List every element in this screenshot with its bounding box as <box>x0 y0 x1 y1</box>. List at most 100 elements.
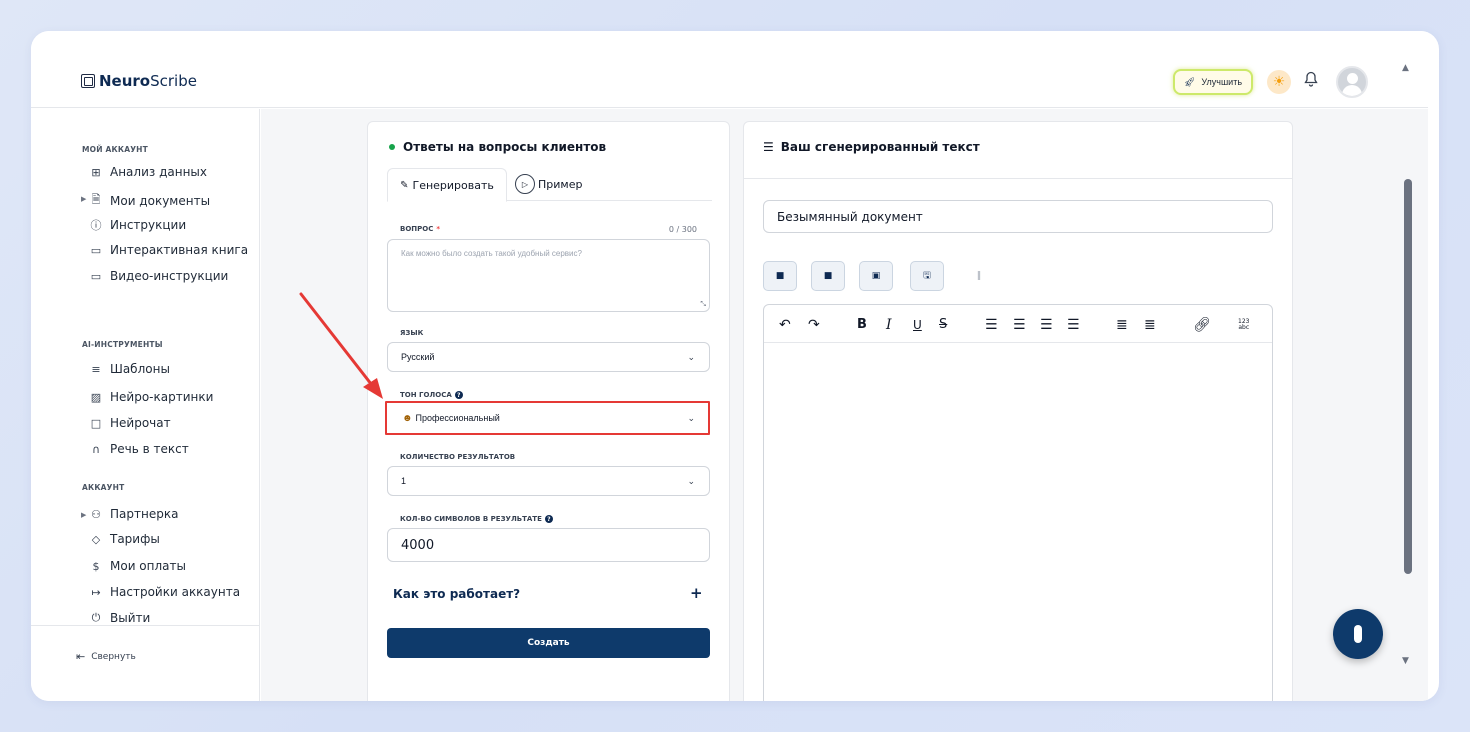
align-left-icon[interactable]: ☰ <box>985 317 998 333</box>
language-value: Русский <box>401 352 435 362</box>
sidebar-item-logout[interactable]: ⏻ Выйти <box>89 611 151 625</box>
chars-value: 4000 <box>401 537 435 553</box>
sidebar-item-label: Партнерка <box>110 507 179 521</box>
create-button[interactable]: Создать <box>387 628 710 658</box>
section-account: АККАУНТ <box>82 483 125 492</box>
generator-form-card: Ответы на вопросы клиентов ✎ Генерироват… <box>367 121 730 701</box>
bullet-list-icon[interactable]: ≣ <box>1144 317 1156 333</box>
italic-icon[interactable]: I <box>886 317 892 333</box>
bold-icon[interactable]: B <box>857 317 867 332</box>
scroll-down-icon[interactable]: ▼ <box>1402 656 1409 666</box>
caret-right-icon[interactable]: ▶ <box>81 511 86 519</box>
help-icon[interactable]: ? <box>454 391 463 399</box>
upgrade-label: Улучшить <box>1201 77 1243 87</box>
question-textarea[interactable]: Как можно было создать такой удобный сер… <box>387 239 710 312</box>
scrollbar-thumb[interactable] <box>1404 179 1412 574</box>
grid-icon: ⊞ <box>91 165 101 179</box>
top-header: Neuro Scribe 🚀︎ Улучшить ☀ <box>31 31 1428 108</box>
help-circle-icon: ⓘ <box>90 219 102 232</box>
question-placeholder: Как можно было создать такой удобный сер… <box>401 249 582 258</box>
collapse-button[interactable]: ⇤ Свернуть <box>76 650 136 663</box>
sidebar-item-my-documents[interactable]: 🗎 Мои документы <box>89 191 210 210</box>
upgrade-button[interactable]: 🚀︎ Улучшить <box>1173 69 1253 95</box>
bell-icon[interactable] <box>1304 71 1318 91</box>
results-value: 1 <box>401 476 407 486</box>
abc-bottom: abc <box>1238 324 1250 331</box>
copy-icon[interactable]: ▣ <box>859 261 893 291</box>
status-dot <box>389 144 395 150</box>
character-count-icon[interactable]: 123 abc <box>1238 319 1249 331</box>
results-select[interactable]: 1 ⌄ <box>387 466 710 496</box>
export-word-icon[interactable]: ■ <box>763 261 797 291</box>
app-window: Neuro Scribe 🚀︎ Улучшить ☀ МОЙ АККАУНТ ⊞ … <box>31 31 1439 701</box>
chars-input[interactable]: 4000 <box>387 528 710 562</box>
sidebar-item-account-settings[interactable]: ↦ Настройки аккаунта <box>89 585 240 599</box>
tag-icon: ◇ <box>91 532 101 546</box>
help-icon[interactable]: ? <box>544 515 553 523</box>
document-name-input[interactable]: Безымянный документ <box>763 200 1273 233</box>
sidebar: МОЙ АККАУНТ ⊞ Анализ данных ▶ 🗎 Мои доку… <box>31 109 260 701</box>
headphones-icon: ∩ <box>91 442 101 456</box>
sidebar-item-label: Речь в текст <box>110 442 189 456</box>
sidebar-item-interactive-book[interactable]: ▭ Интерактивная книга <box>89 243 248 257</box>
tab-example[interactable]: ▷ Пример <box>515 170 582 198</box>
sidebar-item-label: Шаблоны <box>110 362 170 376</box>
sidebar-item-data-analysis[interactable]: ⊞ Анализ данных <box>89 165 207 179</box>
scroll-up-icon[interactable]: ▲ <box>1402 63 1409 73</box>
book-icon: ▭ <box>90 243 102 257</box>
sidebar-item-label: Нейро-картинки <box>110 390 214 404</box>
sidebar-item-label: Тарифы <box>110 532 160 546</box>
undo-icon[interactable]: ↶ <box>779 317 791 333</box>
form-tabs: ✎ Генерировать ▷ Пример <box>387 167 712 202</box>
logo-bold: Neuro <box>99 72 151 90</box>
align-left-icon: ☰ <box>763 140 774 154</box>
export-file-icon[interactable]: ■ <box>811 261 845 291</box>
sidebar-item-neurochat[interactable]: □ Нейрочат <box>89 416 171 430</box>
plus-icon[interactable]: + <box>690 584 703 602</box>
sidebar-item-video-instructions[interactable]: ▭ Видео-инструкции <box>89 269 229 283</box>
support-chat-button[interactable] <box>1333 609 1383 659</box>
align-right-icon[interactable]: ☰ <box>1040 317 1053 333</box>
tone-label: ТОН ГОЛОСА ? <box>400 391 463 399</box>
pause-icon[interactable]: ‖ <box>962 261 996 291</box>
tone-label-text: ТОН ГОЛОСА <box>400 391 452 399</box>
tab-generate[interactable]: ✎ Генерировать <box>387 168 507 202</box>
chars-label: КОЛ-ВО СИМВОЛОВ В РЕЗУЛЬТАТЕ ? <box>400 515 553 523</box>
align-justify-icon[interactable]: ☰ <box>1067 317 1080 333</box>
resize-handle-icon[interactable]: ⤡ <box>700 301 706 309</box>
sidebar-item-speech-to-text[interactable]: ∩ Речь в текст <box>89 442 189 456</box>
document-name-value: Безымянный документ <box>777 209 923 224</box>
sidebar-item-tariffs[interactable]: ◇ Тарифы <box>89 532 160 546</box>
sidebar-item-my-payments[interactable]: $ Мои оплаты <box>89 559 186 573</box>
sidebar-item-neuro-images[interactable]: ▨ Нейро-картинки <box>89 390 214 404</box>
language-select[interactable]: Русский ⌄ <box>387 342 710 372</box>
output-title-text: Ваш сгенерированный текст <box>780 140 980 154</box>
redo-icon[interactable]: ↷ <box>808 317 820 333</box>
sidebar-item-label: Видео-инструкции <box>110 269 229 283</box>
sidebar-item-instructions[interactable]: ⓘ Инструкции <box>89 217 187 233</box>
link-icon[interactable]: 🔗︎ <box>1193 317 1211 333</box>
required-marker: * <box>436 225 441 233</box>
ordered-list-icon[interactable]: ≣ <box>1116 317 1128 333</box>
underline-icon[interactable]: U <box>913 318 922 332</box>
chat-icon <box>1354 625 1362 643</box>
text-editor[interactable]: ↶ ↷ B I U S ☰ ☰ ☰ ☰ ≣ ≣ 🔗︎ 123 abc <box>763 304 1273 701</box>
question-counter: 0 / 300 <box>668 225 697 234</box>
main-content: Ответы на вопросы клиентов ✎ Генерироват… <box>261 109 1428 701</box>
how-it-works-toggle[interactable]: Как это работает? <box>393 587 520 601</box>
caret-right-icon[interactable]: ▶ <box>81 195 86 203</box>
sidebar-item-templates[interactable]: ≡ Шаблоны <box>89 362 170 376</box>
theme-toggle-sun-icon[interactable]: ☀ <box>1267 70 1291 94</box>
avatar[interactable] <box>1336 66 1368 98</box>
output-header: ☰ Ваш сгенерированный текст <box>744 122 1292 179</box>
video-icon: ▭ <box>90 269 102 283</box>
align-center-icon[interactable]: ☰ <box>1013 317 1026 333</box>
highlight-box <box>385 401 710 435</box>
sidebar-item-partner[interactable]: ⚇ Партнерка <box>89 507 178 521</box>
dollar-icon: $ <box>92 559 100 573</box>
logo[interactable]: Neuro Scribe <box>81 72 197 90</box>
document-icon: 🗎 <box>91 193 101 206</box>
users-icon: ⚇ <box>91 507 101 521</box>
strikethrough-icon[interactable]: S <box>939 317 947 332</box>
save-icon[interactable]: 🖫︎ <box>910 261 944 291</box>
